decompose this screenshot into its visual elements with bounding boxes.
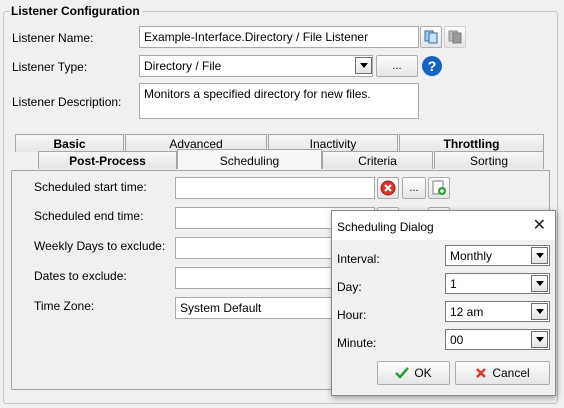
time-zone-label: Time Zone: — [34, 299, 95, 313]
weekly-days-label: Weekly Days to exclude: — [34, 239, 166, 253]
dialog-title: Scheduling Dialog — [337, 220, 434, 234]
interval-value: Monthly — [450, 249, 493, 263]
interval-select[interactable]: Monthly — [445, 245, 550, 266]
day-dropdown-arrow[interactable] — [531, 275, 548, 292]
listener-description-input[interactable]: Monitors a specified directory for new f… — [139, 83, 419, 119]
dates-exclude-label: Dates to exclude: — [34, 269, 127, 283]
copy-icon — [424, 30, 438, 44]
chevron-down-icon — [535, 337, 544, 342]
listener-type-select[interactable]: Directory / File — [139, 55, 373, 77]
day-label: Day: — [337, 280, 362, 294]
listener-type-value: Directory / File — [144, 59, 222, 73]
tab-post-process[interactable]: Post-Process — [38, 151, 177, 169]
hour-select[interactable]: 12 am — [445, 301, 550, 322]
time-zone-value: System Default — [180, 301, 262, 315]
end-time-label: Scheduled end time: — [34, 209, 144, 223]
listener-name-label: Listener Name: — [12, 31, 94, 45]
cancel-button[interactable]: Cancel — [455, 361, 550, 385]
listener-type-dropdown-arrow[interactable] — [355, 57, 372, 74]
minute-select[interactable]: 00 — [445, 329, 550, 350]
paste-icon — [448, 30, 462, 44]
cross-icon — [476, 368, 487, 378]
hour-value: 12 am — [450, 305, 484, 319]
hour-dropdown-arrow[interactable] — [531, 303, 548, 320]
start-add-button[interactable] — [428, 177, 450, 199]
tab-basic[interactable]: Basic — [15, 134, 124, 152]
interval-label: Interval: — [337, 252, 380, 266]
day-select[interactable]: 1 — [445, 273, 550, 294]
minute-dropdown-arrow[interactable] — [531, 331, 548, 348]
tab-sorting[interactable]: Sorting — [434, 151, 544, 169]
scheduling-dialog: Scheduling Dialog ✕ Interval: Monthly Da… — [331, 210, 556, 396]
paste-button[interactable] — [444, 26, 466, 48]
interval-dropdown-arrow[interactable] — [531, 247, 548, 264]
ok-button[interactable]: OK — [377, 361, 450, 385]
minute-label: Minute: — [337, 336, 377, 350]
group-title: Listener Configuration — [9, 4, 142, 18]
minute-value: 00 — [450, 333, 464, 347]
tab-scheduling[interactable]: Scheduling — [177, 149, 322, 169]
cancel-label: Cancel — [492, 366, 530, 380]
chevron-down-icon — [535, 309, 544, 314]
chevron-down-icon — [535, 253, 544, 258]
add-document-icon — [432, 180, 446, 195]
checkmark-icon — [395, 367, 410, 379]
hour-label: Hour: — [337, 308, 367, 322]
listener-name-input[interactable]: Example-Interface.Directory / File Liste… — [139, 26, 419, 48]
copy-button[interactable] — [420, 26, 442, 48]
listener-type-label: Listener Type: — [12, 60, 88, 74]
close-icon[interactable]: ✕ — [533, 215, 546, 235]
listener-type-browse-button[interactable]: ... — [376, 55, 418, 77]
start-time-input[interactable] — [175, 177, 375, 199]
listener-description-label: Listener Description: — [12, 95, 122, 109]
chevron-down-icon — [535, 281, 544, 286]
remove-icon — [380, 180, 396, 196]
help-icon[interactable]: ? — [422, 56, 442, 76]
ok-label: OK — [414, 366, 432, 380]
dialog-body: Interval: Monthly Day: 1 Hour: 12 am Min… — [332, 240, 555, 395]
day-value: 1 — [450, 277, 457, 291]
tab-throttling[interactable]: Throttling — [399, 134, 544, 152]
start-browse-button[interactable]: ... — [402, 177, 426, 199]
start-clear-button[interactable] — [377, 177, 399, 199]
start-time-label: Scheduled start time: — [34, 180, 147, 194]
tab-criteria[interactable]: Criteria — [322, 151, 433, 169]
chevron-down-icon — [359, 63, 368, 68]
